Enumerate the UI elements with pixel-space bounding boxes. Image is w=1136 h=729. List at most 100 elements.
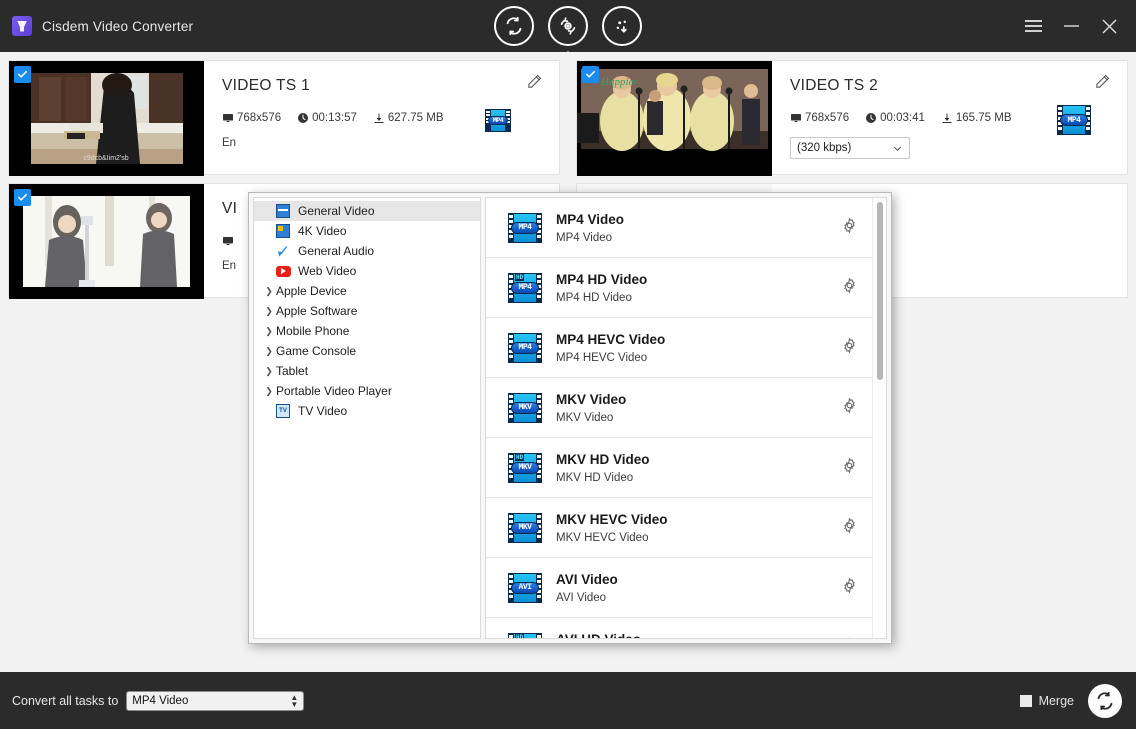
title-bar: Cisdem Video Converter <box>0 0 1136 52</box>
task-format-badge[interactable]: MP4 <box>1057 105 1091 135</box>
close-icon[interactable] <box>1092 9 1126 43</box>
task-card[interactable]: Happier VIDEO TS 2 768x576 00:03:41 <box>576 60 1128 175</box>
format-name: MKV Video <box>556 392 841 407</box>
format-desc: AVI Video <box>556 592 841 604</box>
format-category-tree[interactable]: General Video 4K Video General Audio <box>253 197 481 639</box>
start-convert-button[interactable] <box>1088 684 1122 718</box>
format-desc: MP4 HD Video <box>556 292 841 304</box>
task-audio-row: (320 kbps) <box>790 137 1127 159</box>
pencil-icon[interactable] <box>526 73 543 95</box>
film-icon <box>276 204 293 218</box>
chevron-right-icon[interactable]: ❯ <box>262 346 276 357</box>
format-row-avi-video[interactable]: AVI AVI Video AVI Video <box>486 558 872 618</box>
category-portable-video-player[interactable]: ❯ Portable Video Player <box>254 381 480 401</box>
format-icon: HD MKV <box>502 453 548 483</box>
merge-checkbox[interactable] <box>1020 695 1032 707</box>
film-4k-icon <box>276 224 293 238</box>
video-thumbnail[interactable] <box>9 184 204 299</box>
app-window: Cisdem Video Converter <box>0 0 1136 729</box>
mkv-hevc-film-icon: MKV <box>508 513 542 543</box>
format-list-scrollbar[interactable] <box>872 198 886 638</box>
merge-label: Merge <box>1039 694 1074 708</box>
format-desc: MKV HD Video <box>556 472 841 484</box>
minimize-icon[interactable] <box>1054 9 1088 43</box>
chevron-right-icon[interactable]: ❯ <box>262 326 276 337</box>
format-desc: MP4 HEVC Video <box>556 352 841 364</box>
video-thumbnail[interactable]: c9dcb&Iim2'sb <box>9 61 204 176</box>
task-card[interactable]: c9dcb&Iim2'sb VIDEO TS 1 768x576 00:13:5… <box>8 60 560 175</box>
duration-stat: 00:03:41 <box>865 112 925 124</box>
tv-icon: TV <box>276 404 293 418</box>
category-general-video[interactable]: General Video <box>254 201 480 221</box>
clock-icon <box>865 112 877 124</box>
download-size-icon <box>941 112 953 124</box>
window-controls <box>1016 0 1126 52</box>
gear-icon[interactable] <box>841 337 858 359</box>
download-icon[interactable] <box>602 6 642 46</box>
chevron-right-icon[interactable]: ❯ <box>262 306 276 317</box>
format-desc: MKV Video <box>556 412 841 424</box>
category-4k-video[interactable]: 4K Video <box>254 221 480 241</box>
gear-icon[interactable] <box>841 397 858 419</box>
format-row-mkv-hevc-video[interactable]: MKV MKV HEVC Video MKV HEVC Video <box>486 498 872 558</box>
gear-icon[interactable] <box>841 577 858 599</box>
format-icon: MKV <box>502 513 548 543</box>
convert-all-label: Convert all tasks to <box>12 694 118 708</box>
convert-all-value: MP4 Video <box>132 695 188 707</box>
mkv-film-icon: MKV <box>508 393 542 423</box>
mkv-hd-film-icon: HD MKV <box>508 453 542 483</box>
task-audio-row: En <box>222 137 559 149</box>
task-audio-label: En <box>222 137 236 149</box>
task-checkbox[interactable] <box>582 66 599 83</box>
category-tablet[interactable]: ❯ Tablet <box>254 361 480 381</box>
task-format-badge[interactable]: MP4 <box>485 109 511 132</box>
size-stat: 165.75 MB <box>941 112 1012 124</box>
convert-all-select[interactable]: MP4 Video ▲▼ <box>126 691 304 711</box>
gear-icon[interactable] <box>841 457 858 479</box>
chevron-right-icon[interactable]: ❯ <box>262 286 276 297</box>
task-checkbox[interactable] <box>14 66 31 83</box>
convert-icon[interactable] <box>494 6 534 46</box>
monitor-icon <box>222 112 234 124</box>
svg-text:c9dcb&Iim2'sb: c9dcb&Iim2'sb <box>83 155 128 162</box>
task-info: VIDEO TS 2 768x576 00:03:41 165.75 M <box>772 61 1127 174</box>
gear-icon[interactable] <box>841 517 858 539</box>
merge-option[interactable]: Merge <box>1020 694 1074 708</box>
format-row-mkv-hd-video[interactable]: HD MKV MKV HD Video MKV HD Video <box>486 438 872 498</box>
task-checkbox[interactable] <box>14 189 31 206</box>
format-name: AVI HD Video <box>556 632 841 639</box>
format-row-mp4-hd-video[interactable]: HD MP4 MP4 HD Video MP4 HD Video <box>486 258 872 318</box>
monitor-icon <box>790 112 802 124</box>
category-apple-device[interactable]: ❯ Apple Device <box>254 281 480 301</box>
audio-bitrate-value: (320 kbps) <box>797 142 851 154</box>
format-name: MKV HEVC Video <box>556 512 841 527</box>
format-row-mp4-video[interactable]: MP4 MP4 Video MP4 Video <box>486 198 872 258</box>
category-tv-video[interactable]: TV TV Video <box>254 401 480 421</box>
scrollbar-thumb[interactable] <box>877 202 883 380</box>
chevron-right-icon[interactable]: ❯ <box>262 386 276 397</box>
audio-bitrate-select[interactable]: (320 kbps) <box>790 137 910 159</box>
format-row-mp4-hevc-video[interactable]: MP4 MP4 HEVC Video MP4 HEVC Video <box>486 318 872 378</box>
gear-icon[interactable] <box>841 277 858 299</box>
format-name: AVI Video <box>556 572 841 587</box>
menu-icon[interactable] <box>1016 9 1050 43</box>
format-icon: MP4 <box>502 213 548 243</box>
dvd-ripper-icon[interactable] <box>548 6 588 46</box>
format-row-avi-hd-video[interactable]: HD AVI AVI HD Video AVI HD Video <box>486 618 872 638</box>
duration-stat: 00:13:57 <box>297 112 357 124</box>
format-row-mkv-video[interactable]: MKV MKV Video MKV Video <box>486 378 872 438</box>
stepper-icon[interactable]: ▲▼ <box>290 695 298 707</box>
category-game-console[interactable]: ❯ Game Console <box>254 341 480 361</box>
avi-hd-film-icon: HD AVI <box>508 633 542 639</box>
category-mobile-phone[interactable]: ❯ Mobile Phone <box>254 321 480 341</box>
format-name: MKV HD Video <box>556 452 841 467</box>
category-web-video[interactable]: Web Video <box>254 261 480 281</box>
gear-icon[interactable] <box>841 637 858 639</box>
chevron-right-icon[interactable]: ❯ <box>262 366 276 377</box>
pencil-icon[interactable] <box>1094 73 1111 95</box>
video-thumbnail[interactable]: Happier <box>577 61 772 176</box>
category-general-audio[interactable]: General Audio <box>254 241 480 261</box>
category-apple-software[interactable]: ❯ Apple Software <box>254 301 480 321</box>
gear-icon[interactable] <box>841 217 858 239</box>
format-desc: MKV HEVC Video <box>556 532 841 544</box>
